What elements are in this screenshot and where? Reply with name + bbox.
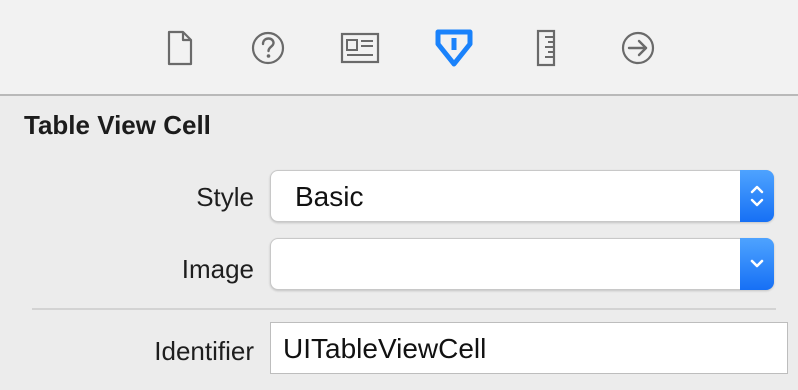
connections-inspector-icon[interactable] <box>614 24 662 72</box>
identifier-field[interactable]: UITableViewCell <box>270 322 788 374</box>
inspector-toolbar <box>0 0 798 96</box>
identity-inspector-icon[interactable] <box>336 24 384 72</box>
file-inspector-icon[interactable] <box>156 24 204 72</box>
inspector-panel: Table View Cell Style Basic Image Identi… <box>0 96 798 390</box>
identifier-field-value[interactable]: UITableViewCell <box>283 333 486 365</box>
style-popup[interactable]: Basic <box>270 170 774 222</box>
attributes-inspector-icon[interactable] <box>430 24 478 72</box>
quick-help-icon[interactable] <box>244 24 292 72</box>
chevron-down-icon[interactable] <box>740 238 774 290</box>
divider <box>32 308 776 310</box>
image-combo-box[interactable] <box>270 238 774 290</box>
image-label: Image <box>181 254 254 284</box>
attributes-inspector: Table View Cell Style Basic Image Identi… <box>0 0 798 390</box>
style-label: Style <box>196 182 254 212</box>
identifier-label: Identifier <box>154 336 254 366</box>
style-popup-value: Basic <box>295 181 364 212</box>
up-down-chevron-icon[interactable] <box>740 170 774 222</box>
size-inspector-icon[interactable] <box>522 24 570 72</box>
section-title: Table View Cell <box>24 110 211 140</box>
